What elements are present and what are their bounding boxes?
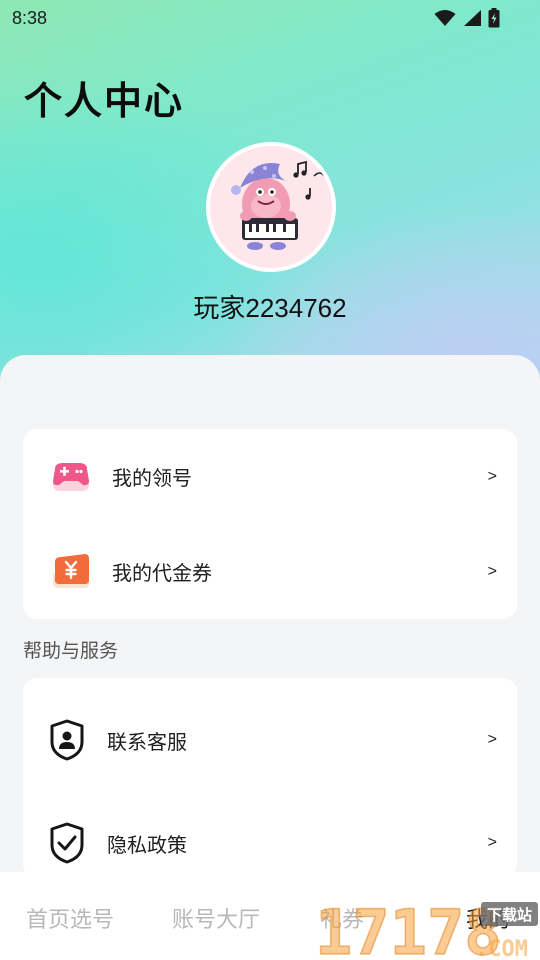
main-menu-card: 我的领号 > 我的代金券 > xyxy=(23,429,517,619)
chevron-right-icon: > xyxy=(487,731,497,748)
status-bar: 8:38 xyxy=(0,0,540,36)
pink-piano-monster-avatar xyxy=(210,146,332,268)
voucher-icon xyxy=(49,550,93,594)
tab-account-hall[interactable]: 账号大厅 xyxy=(172,902,260,934)
tab-vouchers[interactable]: 礼券 xyxy=(320,902,364,934)
menu-item-label: 我的代金券 xyxy=(112,561,212,585)
gamepad-icon xyxy=(49,455,93,499)
chevron-right-icon: > xyxy=(487,562,497,580)
menu-item-my-vouchers[interactable]: 我的代金券 > xyxy=(23,524,517,619)
username: 玩家2234762 xyxy=(193,293,347,323)
battery-charging-icon xyxy=(488,8,500,28)
wifi-icon xyxy=(434,10,456,26)
privacy-shield-check-icon xyxy=(47,821,91,865)
menu-item-label: 我的领号 xyxy=(112,466,192,490)
chevron-right-icon: > xyxy=(487,834,497,851)
menu-item-label: 联系客服 xyxy=(107,729,187,754)
menu-item-my-accounts[interactable]: 我的领号 > xyxy=(23,429,517,524)
tab-home-select[interactable]: 首页选号 xyxy=(26,902,114,934)
avatar[interactable] xyxy=(206,142,336,272)
page-title: 个人中心 xyxy=(24,79,185,123)
help-menu-card: 联系客服 > 隐私政策 > xyxy=(23,678,517,878)
status-icons xyxy=(434,8,500,28)
menu-item-contact-support[interactable]: 联系客服 > xyxy=(23,690,517,790)
chevron-right-icon: > xyxy=(487,467,497,485)
signal-icon xyxy=(464,10,481,26)
tab-mine[interactable]: 我的 xyxy=(466,902,510,934)
status-time: 8:38 xyxy=(12,7,48,28)
customer-service-shield-icon xyxy=(47,718,91,762)
help-section-title: 帮助与服务 xyxy=(23,640,119,662)
menu-item-label: 隐私政策 xyxy=(107,832,187,857)
